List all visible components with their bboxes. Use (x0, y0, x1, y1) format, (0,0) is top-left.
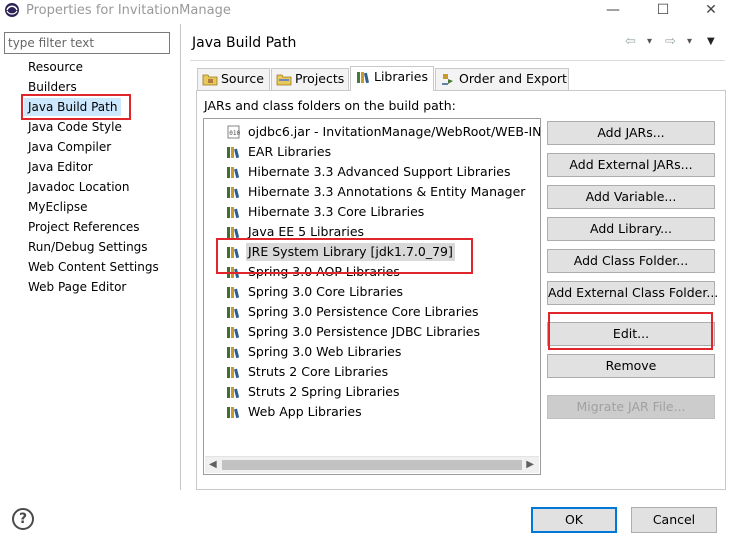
back-icon[interactable]: ⇦ (625, 34, 636, 49)
add-jars-button[interactable]: Add JARs... (547, 121, 715, 145)
tab-order-and-export[interactable]: Order and Export (435, 68, 569, 90)
minimize-button[interactable]: — (590, 0, 636, 22)
page-title: Java Build Path (192, 35, 297, 51)
help-icon[interactable]: ? (12, 508, 34, 530)
tab-source[interactable]: Source (197, 68, 270, 90)
library-icon (227, 407, 240, 419)
remove-button[interactable]: Remove (547, 354, 715, 378)
library-tree[interactable]: 010 ojdbc6.jar - InvitationManage/WebRoo… (203, 118, 541, 475)
tab-projects-label: Projects (295, 71, 345, 86)
tab-source-label: Source (221, 71, 264, 86)
nav-item-java-build-path[interactable]: Java Build Path (24, 98, 122, 116)
add-library-button[interactable]: Add Library... (547, 217, 715, 241)
forward-icon[interactable]: ⇨ (665, 34, 676, 49)
library-icon (227, 287, 240, 299)
nav-item-java-editor[interactable]: Java Editor (28, 158, 93, 176)
migrate-jar-button: Migrate JAR File... (547, 395, 715, 419)
library-icon (227, 207, 240, 219)
build-path-label: JARs and class folders on the build path… (204, 98, 456, 113)
library-icon (227, 227, 240, 239)
nav-item-builders[interactable]: Builders (28, 78, 77, 96)
title-bar: Properties for InvitationManage — ☐ ✕ (0, 0, 731, 22)
maximize-button[interactable]: ☐ (640, 0, 686, 22)
scroll-left-icon[interactable]: ◀ (209, 457, 217, 473)
nav-item-web-content-settings[interactable]: Web Content Settings (28, 258, 159, 276)
edit-button[interactable]: Edit... (547, 322, 715, 346)
add-external-class-folder-button[interactable]: Add External Class Folder... (547, 281, 718, 305)
nav-item-myeclipse[interactable]: MyEclipse (28, 198, 88, 216)
close-button[interactable]: ✕ (688, 0, 731, 22)
library-icon (227, 187, 240, 199)
horizontal-scrollbar[interactable]: ◀ ▶ (205, 456, 539, 473)
nav-item-web-page-editor[interactable]: Web Page Editor (28, 278, 126, 296)
tab-projects[interactable]: Projects (271, 68, 349, 90)
library-icon (227, 367, 240, 379)
header-separator (190, 60, 725, 61)
library-icon (227, 307, 240, 319)
cancel-button[interactable]: Cancel (631, 507, 717, 533)
nav-item-java-compiler[interactable]: Java Compiler (28, 138, 111, 156)
eclipse-app-icon (5, 3, 19, 17)
library-icon (227, 267, 240, 279)
libraries-icon (357, 72, 369, 84)
nav-item-project-references[interactable]: Project References (28, 218, 140, 236)
nav-item-javadoc-location[interactable]: Javadoc Location (28, 178, 129, 196)
projects-icon (276, 74, 292, 86)
library-icon (227, 387, 240, 399)
nav-item-java-code-style[interactable]: Java Code Style (28, 118, 122, 136)
library-icon (227, 327, 240, 339)
ok-button[interactable]: OK (531, 507, 617, 533)
tab-order-and-export-label: Order and Export (459, 71, 567, 86)
tab-libraries[interactable]: Libraries (350, 66, 434, 91)
history-nav: ⇦ ▾ ⇨ ▾ ▼ (625, 34, 725, 52)
library-icon (227, 247, 240, 259)
add-external-jars-button[interactable]: Add External JARs... (547, 153, 715, 177)
tab-libraries-label: Libraries (374, 69, 428, 84)
back-dropdown-icon[interactable]: ▾ (647, 36, 652, 47)
view-menu-icon[interactable]: ▼ (707, 36, 715, 47)
nav-divider (180, 24, 181, 490)
library-icon (227, 147, 240, 159)
source-folder-icon (202, 74, 218, 86)
scroll-right-icon[interactable]: ▶ (526, 457, 534, 473)
forward-dropdown-icon[interactable]: ▾ (687, 36, 692, 47)
order-export-icon (442, 74, 453, 85)
nav-item-resource[interactable]: Resource (28, 58, 83, 76)
add-variable-button[interactable]: Add Variable... (547, 185, 715, 209)
svg-text:010: 010 (229, 130, 240, 137)
library-icon (227, 347, 240, 359)
filter-input[interactable] (4, 32, 170, 54)
nav-item-run-debug-settings[interactable]: Run/Debug Settings (28, 238, 148, 256)
scrollbar-thumb[interactable] (222, 460, 522, 470)
window-title: Properties for InvitationManage (26, 3, 231, 18)
jar-icon: 010 (227, 125, 241, 139)
library-icon (227, 167, 240, 179)
add-class-folder-button[interactable]: Add Class Folder... (547, 249, 715, 273)
